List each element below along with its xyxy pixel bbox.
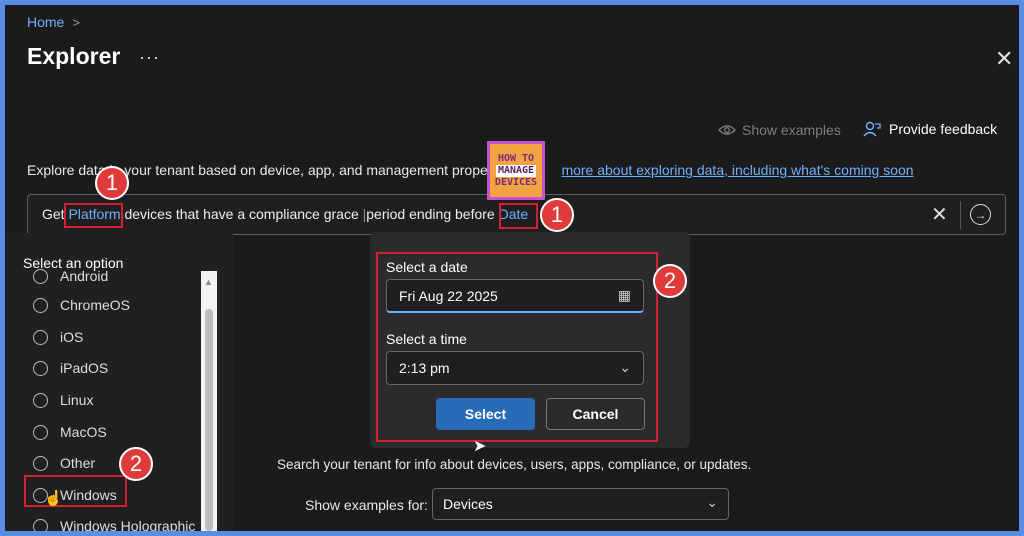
radio-icon — [33, 297, 48, 313]
radio-icon — [33, 424, 48, 440]
more-options-icon[interactable]: ··· — [139, 47, 160, 68]
show-examples-button[interactable]: Show examples — [718, 122, 841, 138]
provide-feedback-label: Provide feedback — [889, 121, 998, 137]
provide-feedback-button[interactable]: Provide feedback — [863, 121, 997, 137]
option-chromeos[interactable]: ChromeOS — [33, 297, 130, 313]
breadcrumb: Home > — [27, 14, 80, 30]
explorer-window: Home > Explorer ··· ✕ Show examples Prov… — [5, 5, 1019, 531]
query-after-cut: period ending before — [366, 206, 499, 222]
date-highlight-box — [499, 203, 538, 229]
learn-more-link[interactable]: more about exploring data, including wha… — [561, 162, 913, 178]
date-input[interactable]: Fri Aug 22 2025 ▦ — [386, 279, 644, 313]
option-macos[interactable]: MacOS — [33, 424, 107, 440]
option-ios[interactable]: iOS — [33, 329, 83, 345]
radio-icon — [33, 392, 48, 408]
query-middle: devices that have a compliance grace — [120, 206, 363, 222]
option-other[interactable]: Other — [33, 455, 95, 471]
radio-icon — [33, 329, 48, 345]
time-select[interactable]: 2:13 pm ⌄ — [386, 351, 644, 385]
feedback-person-icon — [863, 121, 881, 137]
query-divider — [960, 201, 961, 229]
search-hint-text: Search your tenant for info about device… — [277, 457, 752, 472]
option-windows-holographic[interactable]: Windows Holographic — [33, 518, 195, 531]
time-value: 2:13 pm — [399, 360, 450, 376]
select-button[interactable]: Select — [436, 398, 535, 430]
chevron-down-icon: ⌄ — [619, 359, 631, 375]
date-label: Select a date — [386, 259, 468, 275]
platform-highlight-box — [64, 203, 123, 228]
radio-icon — [33, 268, 48, 284]
date-time-picker: Select a date Fri Aug 22 2025 ▦ Select a… — [370, 232, 690, 448]
show-examples-label: Show examples — [742, 122, 841, 138]
scroll-thumb[interactable] — [205, 309, 213, 531]
windows-highlight-box — [24, 475, 127, 507]
step-badge-date: 1 — [540, 198, 574, 232]
examples-category-value: Devices — [443, 496, 493, 512]
run-query-icon[interactable]: → — [970, 204, 991, 225]
option-android[interactable]: Android — [33, 268, 108, 284]
calendar-icon[interactable]: ▦ — [618, 287, 631, 304]
date-value: Fri Aug 22 2025 — [399, 287, 498, 304]
examples-category-select[interactable]: Devices ⌄ — [432, 488, 729, 520]
step-badge-date-time: 2 — [653, 264, 687, 298]
cancel-button[interactable]: Cancel — [546, 398, 645, 430]
chevron-right-icon: > — [72, 14, 80, 30]
how-to-manage-devices-logo: HOW TO MANAGE DEVICES — [487, 141, 545, 200]
clear-query-icon[interactable]: ✕ — [931, 202, 948, 227]
option-ipados[interactable]: iPadOS — [33, 360, 108, 376]
time-label: Select a time — [386, 331, 467, 347]
radio-icon — [33, 518, 48, 531]
eye-icon — [718, 125, 736, 135]
option-linux[interactable]: Linux — [33, 392, 93, 408]
mouse-pointer-icon: ➤ — [473, 438, 487, 455]
show-examples-for-label: Show examples for: — [305, 497, 428, 513]
hand-cursor-icon: ☝ — [44, 490, 63, 507]
radio-icon — [33, 455, 48, 471]
breadcrumb-home-link[interactable]: Home — [27, 14, 64, 30]
page-description: Explore data in your tenant based on dev… — [27, 162, 914, 178]
step-badge-windows: 2 — [119, 447, 153, 481]
scroll-up-icon[interactable]: ▲ — [204, 277, 213, 287]
chevron-down-icon: ⌄ — [706, 494, 718, 510]
page-title: Explorer — [27, 43, 121, 69]
close-icon[interactable]: ✕ — [995, 46, 1013, 72]
radio-icon — [33, 360, 48, 376]
step-badge-platform: 1 — [95, 166, 129, 200]
